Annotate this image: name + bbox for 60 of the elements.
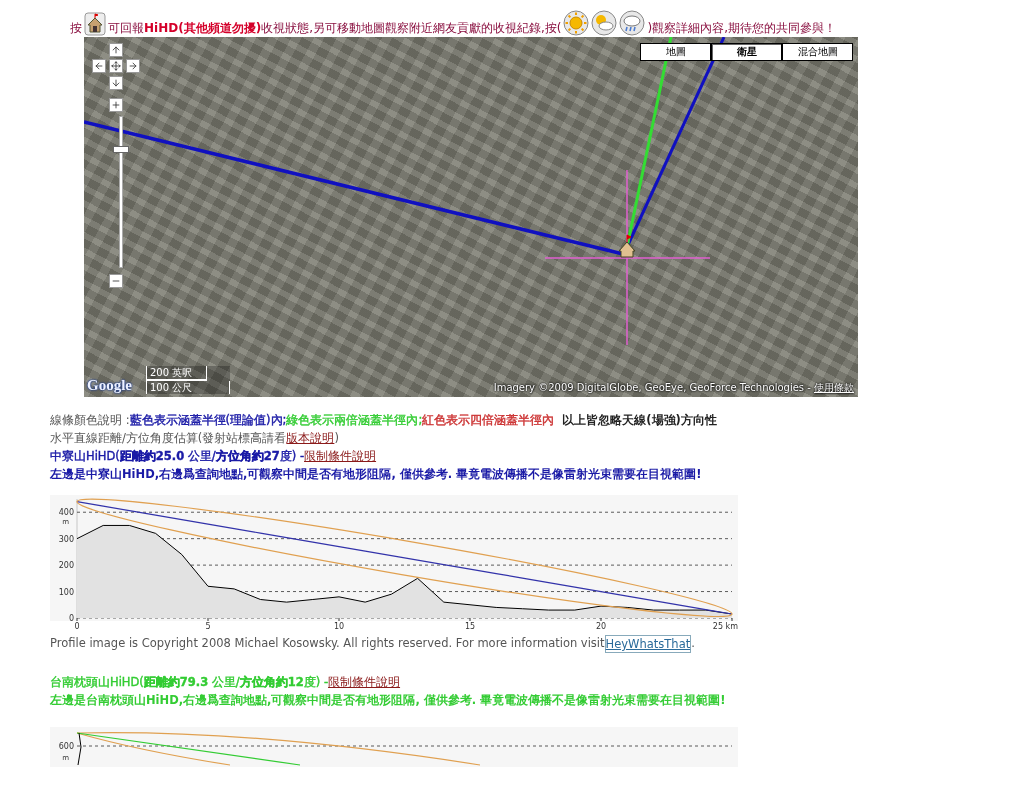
recenter-button[interactable]	[109, 59, 123, 73]
arrow-up-icon	[111, 45, 121, 55]
scale-bar-label: 200 英呎	[146, 366, 207, 381]
arrow-down-icon	[111, 78, 121, 88]
legend-remark: 以上皆忽略天線(場強)方向性	[562, 412, 717, 429]
satellite-photo-placeholder[interactable]	[84, 37, 858, 397]
axis-tick-label: 100	[58, 587, 74, 597]
legend-item: 綠色表示兩倍涵蓋半徑內;	[286, 412, 423, 429]
heywhatsthat-link[interactable]: HeyWhatsThat	[604, 635, 692, 653]
restrictions-link[interactable]: 限制條件說明	[328, 673, 401, 691]
axis-tick-label: 0	[68, 614, 74, 623]
station-title: 中寮山HiHD(距離約25.0 公里/方位角約27度) -	[50, 448, 305, 465]
zoom-slider[interactable]	[113, 116, 129, 268]
version-link[interactable]: 版本說明	[286, 429, 335, 447]
axis-tick-label: 10	[333, 622, 345, 631]
station-note: 左邊是中寮山HiHD,右邊爲查詢地點,可觀察中間是否有地形阻隔, 僅供參考. 畢竟電波傳播不是像雷射光束需要在目視範圍!	[50, 466, 703, 483]
estimate-text: )	[334, 430, 339, 447]
pan-right-button[interactable]	[126, 59, 140, 73]
axis-tick-label: 600	[58, 742, 74, 751]
imagery-attribution: Imagery ©2009 DigitalGlobe, GeoEye, GeoForce Technologies - 使用條款	[493, 381, 854, 395]
axis-tick-label: 200	[58, 561, 74, 571]
scale-bar-label: 100 公尺	[146, 381, 230, 394]
pan-left-button[interactable]	[92, 59, 106, 73]
axis-tick-label: 0	[74, 622, 80, 631]
axis-tick-label: 25 km	[712, 622, 738, 631]
map-logo: Google	[87, 377, 132, 394]
arrow-right-icon	[128, 61, 138, 71]
station-note: 左邊是台南枕頭山HiHD,右邊爲查詢地點,可觀察中間是否有地形阻隔, 僅供參考. 畢竟電波傳播不是像雷射光束需要在目視範圍!	[50, 692, 727, 709]
cloud-sun-icon[interactable]	[591, 10, 618, 36]
pan-up-button[interactable]	[109, 43, 123, 57]
map-type-tab[interactable]: 衛星	[711, 43, 782, 61]
plus-icon	[111, 100, 121, 110]
zoom-in-button[interactable]	[109, 98, 123, 112]
axis-tick-label: 5	[205, 622, 211, 631]
copyright-text: .	[691, 635, 695, 652]
sun-icon[interactable]	[563, 10, 590, 36]
four-arrows-icon	[111, 61, 121, 71]
restrictions-link[interactable]: 限制條件說明	[304, 447, 377, 465]
legend-label: 線條顏色說明 :	[50, 412, 130, 429]
house-icon[interactable]	[84, 12, 106, 36]
axis-tick-label: 20	[595, 622, 607, 631]
axis-tick-label: 15	[464, 622, 476, 631]
pan-down-button[interactable]	[109, 76, 123, 90]
zoom-out-button[interactable]	[109, 274, 123, 288]
zoom-slider-thumb[interactable]	[113, 145, 129, 153]
house-marker-icon[interactable]	[618, 234, 636, 258]
estimate-text: 水平直線距離/方位角度估算(發射站標高請看	[50, 430, 287, 447]
instruction-text: 可回報HiHD(其他頻道勿擾)收視狀態,另可移動地圖觀察附近網友貢獻的收視紀錄,按(	[108, 20, 562, 36]
terms-link[interactable]: 使用條款	[814, 382, 854, 393]
copyright-text: Profile image is Copyright 2008 Michael Kosowsky. All rights reserved. For more information visit	[50, 635, 605, 652]
instruction-text: )觀察詳細內容,期待您的共同參與！	[647, 20, 836, 36]
map-type-tab[interactable]: 混合地圖	[782, 43, 853, 61]
station-title: 台南枕頭山HiHD(距離約79.3 公里/方位角約12度) -	[50, 674, 329, 691]
arrow-left-icon	[94, 61, 104, 71]
map-type-tab[interactable]: 地圖	[640, 43, 711, 61]
rain-cloud-icon[interactable]	[619, 10, 646, 36]
legend-item: 紅色表示四倍涵蓋半徑內	[422, 412, 555, 429]
instruction-text: 按	[70, 20, 82, 36]
axis-tick-label: 400	[58, 508, 74, 518]
axis-tick-label: 300	[58, 534, 74, 544]
